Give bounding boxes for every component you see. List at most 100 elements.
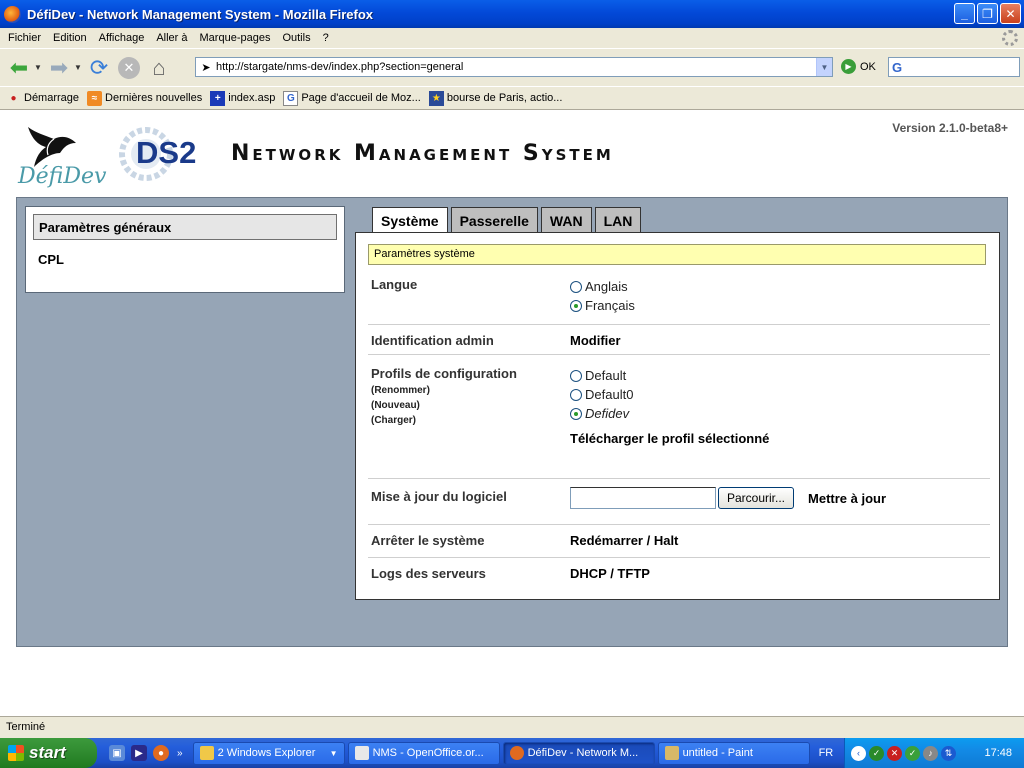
rename-profile-link[interactable]: (Renommer) bbox=[371, 385, 517, 396]
close-button[interactable]: ✕ bbox=[1000, 3, 1021, 24]
window-titlebar[interactable]: DéfiDev - Network Management System - Mo… bbox=[0, 0, 1024, 28]
quick-launch: ▣ ▶ ● » bbox=[97, 745, 193, 761]
clock[interactable]: 17:48 bbox=[984, 747, 1012, 759]
bookmark-label: Dernières nouvelles bbox=[105, 92, 203, 104]
option-label: Default0 bbox=[585, 387, 634, 402]
connection-icon[interactable]: ⇅ bbox=[941, 745, 956, 761]
bookmark-index-asp[interactable]: + index.asp bbox=[210, 90, 276, 106]
side-item-cpl[interactable]: CPL bbox=[33, 246, 337, 272]
profile-option-default[interactable]: Default bbox=[570, 366, 769, 385]
show-desktop-icon[interactable]: ▣ bbox=[109, 745, 125, 761]
language-indicator[interactable]: FR bbox=[819, 747, 834, 759]
download-profile-link[interactable]: Télécharger le profil sélectionné bbox=[570, 431, 769, 446]
task-label: DéfiDev - Network M... bbox=[527, 747, 639, 759]
start-button[interactable]: start bbox=[0, 738, 97, 768]
document-icon bbox=[354, 746, 369, 760]
tab-wan[interactable]: WAN bbox=[540, 207, 592, 233]
navigation-toolbar: ⬅ ▼ ➡ ▼ ⟳ ✕ ⌂ ➤ http://stargate/nms-dev/… bbox=[0, 48, 1024, 86]
minimize-button[interactable]: _ bbox=[954, 3, 975, 24]
tab-lan[interactable]: LAN bbox=[594, 207, 642, 233]
menu-bar: Fichier Edition Affichage Aller à Marque… bbox=[0, 28, 1024, 48]
radio-button-checked[interactable] bbox=[570, 299, 582, 312]
menu-edition[interactable]: Edition bbox=[47, 32, 93, 44]
radio-button-checked[interactable] bbox=[570, 407, 582, 420]
menu-help[interactable]: ? bbox=[317, 32, 335, 44]
defidev-logo: DéfiDev bbox=[18, 125, 113, 189]
maximize-button[interactable]: ❐ bbox=[977, 3, 998, 24]
update-label: Mise à jour du logiciel bbox=[371, 489, 507, 504]
stop-button[interactable]: ✕ bbox=[118, 56, 140, 79]
bookmark-label: Démarrage bbox=[24, 92, 80, 104]
langue-options: Anglais Français bbox=[570, 277, 635, 315]
bookmark-bourse[interactable]: ★ bourse de Paris, actio... bbox=[428, 90, 563, 106]
update-button[interactable]: Mettre à jour bbox=[808, 491, 886, 506]
network-icon[interactable]: ✕ bbox=[887, 745, 902, 761]
tab-bar: Système Passerelle WAN LAN bbox=[372, 207, 642, 234]
bookmark-label: bourse de Paris, actio... bbox=[446, 92, 563, 104]
bourse-icon: ★ bbox=[428, 90, 444, 106]
firefox-launch-icon[interactable]: ● bbox=[153, 745, 169, 761]
menu-marque-pages[interactable]: Marque-pages bbox=[194, 32, 277, 44]
menu-affichage[interactable]: Affichage bbox=[93, 32, 151, 44]
reload-icon: ⟳ bbox=[89, 54, 109, 80]
url-history-dropdown[interactable]: ▼ bbox=[816, 58, 832, 76]
bookmark-label: index.asp bbox=[228, 92, 276, 104]
menu-aller[interactable]: Aller à bbox=[150, 32, 193, 44]
bookmark-demarrage[interactable]: ● Démarrage bbox=[6, 91, 79, 106]
google-search-icon[interactable]: G bbox=[892, 60, 902, 75]
task-label: 2 Windows Explorer bbox=[217, 747, 316, 759]
firmware-file-input[interactable] bbox=[570, 487, 716, 509]
profile-option-defidev[interactable]: Defidev bbox=[570, 404, 769, 423]
langue-option-francais[interactable]: Français bbox=[570, 296, 635, 315]
side-item-parametres-generaux[interactable]: Paramètres généraux bbox=[33, 214, 337, 240]
go-button[interactable]: ▶ OK bbox=[841, 59, 876, 74]
quick-launch-more[interactable]: » bbox=[177, 748, 183, 759]
restart-halt-link[interactable]: Redémarrer / Halt bbox=[570, 533, 678, 548]
rss-icon: ≈ bbox=[87, 90, 103, 106]
forward-button[interactable]: ➡ bbox=[44, 53, 74, 83]
task-firefox[interactable]: DéfiDev - Network M... bbox=[502, 741, 655, 765]
bookmark-label: Page d'accueil de Moz... bbox=[301, 92, 421, 104]
radio-button[interactable] bbox=[570, 388, 582, 401]
back-history-dropdown[interactable]: ▼ bbox=[34, 63, 44, 72]
tray-expand-icon[interactable]: ‹ bbox=[851, 745, 866, 761]
option-label: Anglais bbox=[585, 279, 628, 294]
logs-row: Logs des serveurs DHCP / TFTP bbox=[368, 566, 990, 588]
tab-systeme[interactable]: Système bbox=[372, 207, 448, 234]
shutdown-label: Arrêter le système bbox=[371, 533, 485, 548]
shield-icon[interactable]: ✓ bbox=[869, 745, 884, 761]
new-profile-link[interactable]: (Nouveau) bbox=[371, 400, 517, 411]
bookmark-mozilla[interactable]: G Page d'accueil de Moz... bbox=[283, 90, 421, 106]
home-button[interactable]: ⌂ bbox=[144, 53, 174, 83]
radio-button[interactable] bbox=[570, 280, 582, 293]
task-windows-explorer[interactable]: 2 Windows Explorer ▼ bbox=[192, 741, 345, 765]
search-box[interactable]: G bbox=[888, 57, 1020, 77]
bookmark-nouvelles[interactable]: ≈ Dernières nouvelles bbox=[87, 90, 203, 106]
task-openoffice[interactable]: NMS - OpenOffice.or... bbox=[347, 741, 500, 765]
security-icon[interactable]: ✓ bbox=[905, 745, 920, 761]
admin-modify-link[interactable]: Modifier bbox=[570, 333, 621, 348]
page-icon: ➤ bbox=[201, 61, 211, 74]
dhcp-tftp-link[interactable]: DHCP / TFTP bbox=[570, 566, 650, 581]
tab-passerelle[interactable]: Passerelle bbox=[450, 207, 538, 233]
back-button[interactable]: ⬅ bbox=[4, 53, 34, 83]
load-profile-link[interactable]: (Charger) bbox=[371, 415, 517, 426]
langue-option-anglais[interactable]: Anglais bbox=[570, 277, 635, 296]
url-bar[interactable]: ➤ http://stargate/nms-dev/index.php?sect… bbox=[195, 57, 833, 77]
url-text[interactable]: http://stargate/nms-dev/index.php?sectio… bbox=[216, 61, 816, 73]
go-icon: ▶ bbox=[841, 59, 856, 74]
start-label: start bbox=[29, 743, 66, 762]
radio-button[interactable] bbox=[570, 369, 582, 382]
menu-outils[interactable]: Outils bbox=[276, 32, 316, 44]
task-paint[interactable]: untitled - Paint bbox=[657, 741, 810, 765]
arrow-left-icon: ⬅ bbox=[9, 54, 29, 80]
menu-fichier[interactable]: Fichier bbox=[2, 32, 47, 44]
media-player-icon[interactable]: ▶ bbox=[131, 745, 147, 761]
volume-icon[interactable]: ♪ bbox=[923, 745, 938, 761]
window-controls: _ ❐ ✕ bbox=[954, 3, 1021, 24]
task-group-dropdown: ▼ bbox=[329, 748, 338, 758]
profile-option-default0[interactable]: Default0 bbox=[570, 385, 769, 404]
forward-history-dropdown[interactable]: ▼ bbox=[74, 63, 84, 72]
reload-button[interactable]: ⟳ bbox=[84, 53, 114, 83]
browse-button[interactable]: Parcourir... bbox=[718, 487, 795, 509]
